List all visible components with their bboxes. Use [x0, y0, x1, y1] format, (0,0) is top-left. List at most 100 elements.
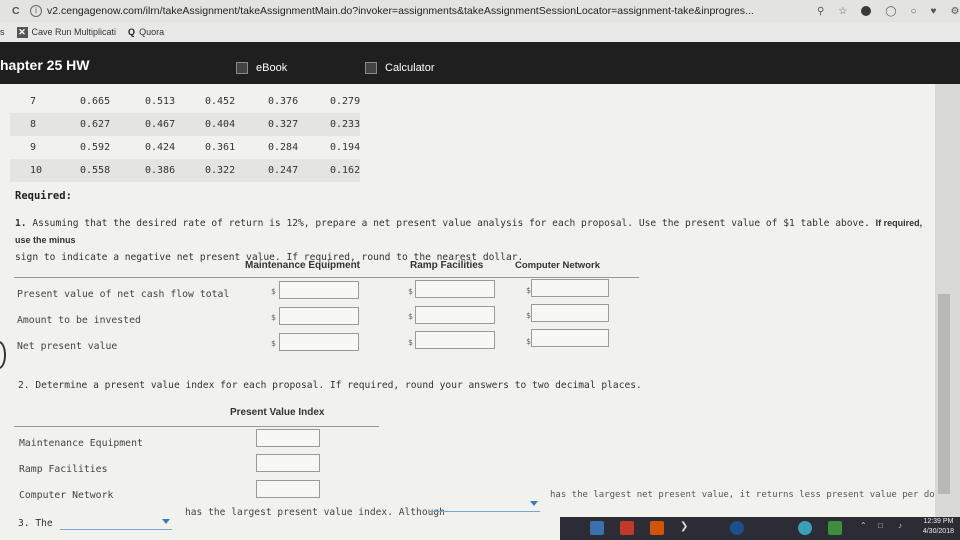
bookmark-prefix: s	[0, 27, 5, 37]
app-icon[interactable]	[590, 521, 604, 535]
table-cell: 0.322	[205, 165, 236, 176]
pv-cash-flow-computer-input[interactable]	[531, 279, 609, 297]
shield-icon[interactable]: ♥	[931, 6, 937, 17]
period-cell: 7	[30, 96, 37, 107]
row-label-amount-invested: Amount to be invested	[17, 315, 141, 326]
table-cell: 0.279	[330, 96, 361, 107]
table-cell: 0.452	[205, 96, 236, 107]
address-bar[interactable]: C i v2.cengagenow.com/ilrn/takeAssignmen…	[0, 0, 960, 22]
table-row: 9 0.592 0.424 0.361 0.284 0.194	[10, 136, 360, 159]
currency-symbol: $	[408, 338, 413, 347]
question-3-text-middle: has the largest present value index. Alt…	[185, 507, 445, 518]
divider	[14, 426, 379, 427]
table-cell: 0.376	[268, 96, 299, 107]
calculator-button[interactable]: Calculator	[365, 62, 435, 74]
row-label-net-present-value: Net present value	[17, 341, 118, 352]
assignment-toolbar: hapter 25 HW eBook Calculator	[0, 42, 960, 84]
table-cell: 0.162	[330, 165, 361, 176]
table-cell: 0.592	[80, 142, 111, 153]
q3-dropdown-2[interactable]	[430, 498, 540, 512]
table-cell: 0.361	[205, 142, 236, 153]
column-header-ramp: Ramp Facilities	[410, 260, 484, 271]
app-icon[interactable]	[828, 521, 842, 535]
calculator-icon	[365, 62, 377, 74]
search-icon[interactable]: ⚲	[817, 6, 824, 17]
question-number: 1.	[15, 218, 27, 229]
info-icon[interactable]: i	[30, 5, 42, 17]
pvi-ramp-input[interactable]	[256, 454, 320, 472]
question-3-number: 3. The	[18, 518, 53, 529]
scrollbar[interactable]	[935, 84, 960, 524]
table-cell: 0.247	[268, 165, 299, 176]
period-cell: 8	[30, 119, 37, 130]
extension-icon[interactable]: ◯	[885, 6, 896, 17]
period-cell: 9	[30, 142, 37, 153]
chrome-icon[interactable]	[798, 521, 812, 535]
hp-icon	[730, 521, 744, 535]
npv-ramp-input[interactable]	[415, 331, 495, 349]
pvi-computer-input[interactable]	[256, 480, 320, 498]
column-header-maintenance: Maintenance Equipment	[245, 260, 361, 271]
table-cell: 0.194	[330, 142, 361, 153]
table-row: 10 0.558 0.386 0.322 0.247 0.162	[10, 159, 360, 182]
question-content: 7 0.665 0.513 0.452 0.376 0.279 8 0.627 …	[0, 84, 956, 540]
table-cell: 0.665	[80, 96, 111, 107]
currency-symbol: $	[271, 287, 276, 296]
q3-dropdown-1[interactable]	[60, 516, 172, 530]
table-cell: 0.513	[145, 96, 176, 107]
book-icon	[236, 62, 248, 74]
pvi-row-maintenance: Maintenance Equipment	[19, 438, 143, 449]
system-clock[interactable]: 12:39 PM 4/30/2018	[923, 517, 954, 537]
npv-maintenance-input[interactable]	[279, 333, 359, 351]
currency-symbol: $	[271, 339, 276, 348]
divider	[14, 277, 639, 278]
page-title: hapter 25 HW	[0, 57, 90, 73]
chevron-up-icon[interactable]: ⌃	[860, 521, 874, 535]
question-2-text: 2. Determine a present value index for e…	[18, 380, 642, 391]
npv-computer-input[interactable]	[531, 329, 609, 347]
table-cell: 0.627	[80, 119, 111, 130]
url-text[interactable]: v2.cengagenow.com/ilrn/takeAssignment/ta…	[47, 5, 807, 17]
bookmarks-bar: s ✕ Cave Run Multiplicati Q Quora	[0, 22, 960, 42]
bookmark-cave-run[interactable]: ✕ Cave Run Multiplicati	[16, 26, 116, 38]
table-cell: 0.424	[145, 142, 176, 153]
pv-cash-flow-maintenance-input[interactable]	[279, 281, 359, 299]
pv-cash-flow-ramp-input[interactable]	[415, 280, 495, 298]
table-row: 7 0.665 0.513 0.452 0.376 0.279	[10, 90, 360, 113]
star-icon[interactable]: ☆	[838, 6, 847, 17]
amount-invested-ramp-input[interactable]	[415, 306, 495, 324]
currency-symbol: $	[271, 313, 276, 322]
ebook-button[interactable]: eBook	[236, 62, 287, 74]
chevron-down-icon	[530, 501, 538, 506]
app-icon[interactable]	[650, 521, 664, 535]
column-header-computer: Computer Network	[515, 260, 600, 271]
app-icon[interactable]	[620, 521, 634, 535]
question-3-text-end: has the largest net present value, it re…	[550, 490, 957, 500]
reload-icon[interactable]: C	[12, 5, 30, 17]
amount-invested-maintenance-input[interactable]	[279, 307, 359, 325]
pvi-row-computer: Computer Network	[19, 490, 114, 501]
bookmark-quora[interactable]: Q Quora	[128, 27, 164, 37]
scroll-thumb[interactable]	[938, 294, 950, 494]
settings-icon[interactable]: ⚙	[950, 6, 959, 17]
currency-symbol: $	[408, 287, 413, 296]
focus-indicator	[0, 341, 6, 369]
table-cell: 0.233	[330, 119, 361, 130]
table-row: 8 0.627 0.467 0.404 0.327 0.233	[10, 113, 360, 136]
pvi-maintenance-input[interactable]	[256, 429, 320, 447]
table-cell: 0.467	[145, 119, 176, 130]
extension-icon[interactable]	[861, 5, 872, 16]
chevron-right-icon[interactable]: ❯	[680, 521, 694, 535]
quora-icon: Q	[128, 27, 136, 37]
extension-icon[interactable]: ○	[911, 6, 917, 17]
column-header-pvi: Present Value Index	[230, 407, 325, 418]
question-1-body: Assuming that the desired rate of return…	[32, 218, 870, 229]
table-cell: 0.327	[268, 119, 299, 130]
volume-icon[interactable]: ♪	[898, 521, 912, 535]
required-heading: Required:	[15, 190, 72, 202]
network-icon[interactable]: □	[878, 521, 892, 535]
table-cell: 0.558	[80, 165, 111, 176]
table-cell: 0.284	[268, 142, 299, 153]
x-icon: ✕	[16, 26, 28, 38]
amount-invested-computer-input[interactable]	[531, 304, 609, 322]
